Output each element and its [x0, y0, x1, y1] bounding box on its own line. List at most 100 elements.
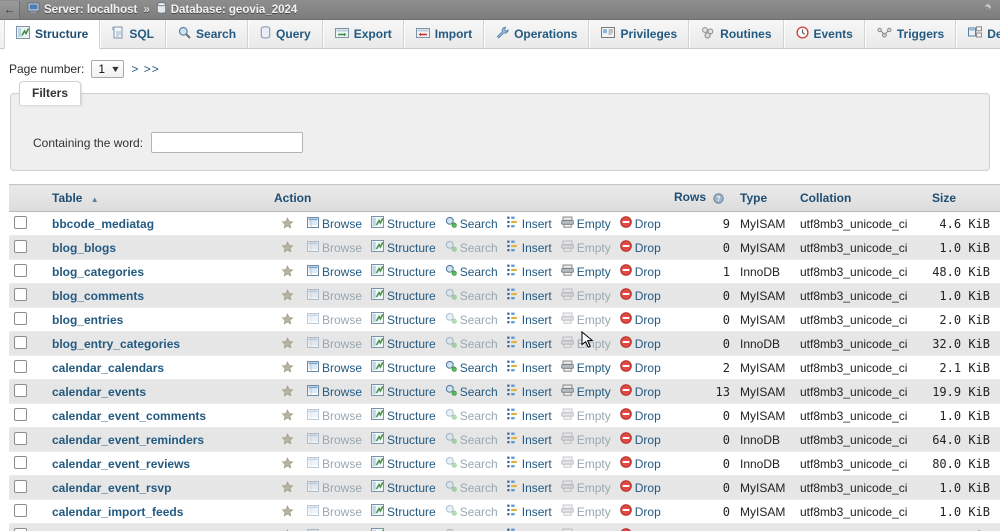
tab-structure[interactable]: Structure	[4, 20, 101, 49]
breadcrumb-database[interactable]: Database: geovia_2024	[156, 2, 297, 17]
browse-action[interactable]: Browse	[307, 240, 362, 255]
browse-action[interactable]: Browse	[307, 360, 362, 375]
insert-action[interactable]: Insert	[507, 384, 552, 399]
drop-action[interactable]: Drop	[619, 336, 661, 351]
table-name-link[interactable]: blog_entries	[52, 313, 123, 327]
favorite-star-icon[interactable]	[281, 409, 294, 422]
browse-action[interactable]: Browse	[307, 480, 362, 495]
search-action[interactable]: Search	[445, 504, 498, 519]
search-action[interactable]: Search	[445, 312, 498, 327]
search-action[interactable]: Search	[445, 480, 498, 495]
empty-action[interactable]: Empty	[560, 384, 611, 399]
drop-action[interactable]: Drop	[619, 480, 661, 495]
empty-action[interactable]: Empty	[560, 504, 611, 519]
structure-action[interactable]: Structure	[371, 456, 436, 471]
search-action[interactable]: Search	[445, 432, 498, 447]
back-button[interactable]: ←	[0, 0, 20, 19]
browse-action[interactable]: Browse	[307, 336, 362, 351]
drop-action[interactable]: Drop	[619, 360, 661, 375]
table-name-link[interactable]: calendar_event_comments	[52, 409, 206, 423]
search-action[interactable]: Search	[445, 336, 498, 351]
empty-action[interactable]: Empty	[560, 360, 611, 375]
row-checkbox[interactable]	[14, 431, 27, 445]
row-checkbox[interactable]	[14, 239, 27, 253]
tab-query[interactable]: Query	[248, 20, 323, 48]
insert-action[interactable]: Insert	[507, 312, 552, 327]
search-action[interactable]: Search	[445, 408, 498, 423]
drop-action[interactable]: Drop	[619, 456, 661, 471]
insert-action[interactable]: Insert	[507, 216, 552, 231]
structure-action[interactable]: Structure	[371, 360, 436, 375]
tab-operations[interactable]: Operations	[484, 20, 590, 48]
favorite-star-icon[interactable]	[281, 289, 294, 302]
tab-triggers[interactable]: Triggers	[864, 20, 957, 48]
filters-legend[interactable]: Filters	[19, 81, 82, 105]
header-table[interactable]: Table ▲	[47, 184, 269, 212]
structure-action[interactable]: Structure	[371, 216, 436, 231]
favorite-star-icon[interactable]	[281, 361, 294, 374]
gear-icon[interactable]	[980, 2, 994, 16]
drop-action[interactable]: Drop	[619, 288, 661, 303]
row-checkbox[interactable]	[14, 479, 27, 493]
structure-action[interactable]: Structure	[371, 312, 436, 327]
browse-action[interactable]: Browse	[307, 384, 362, 399]
insert-action[interactable]: Insert	[507, 264, 552, 279]
row-checkbox[interactable]	[14, 335, 27, 349]
search-action[interactable]: Search	[445, 456, 498, 471]
insert-action[interactable]: Insert	[507, 240, 552, 255]
search-action[interactable]: Search	[445, 360, 498, 375]
structure-action[interactable]: Structure	[371, 240, 436, 255]
browse-action[interactable]: Browse	[307, 408, 362, 423]
search-action[interactable]: Search	[445, 216, 498, 231]
empty-action[interactable]: Empty	[560, 432, 611, 447]
structure-action[interactable]: Structure	[371, 480, 436, 495]
row-checkbox[interactable]	[14, 263, 27, 277]
insert-action[interactable]: Insert	[507, 408, 552, 423]
drop-action[interactable]: Drop	[619, 264, 661, 279]
empty-action[interactable]: Empty	[560, 288, 611, 303]
drop-action[interactable]: Drop	[619, 408, 661, 423]
table-name-link[interactable]: calendar_event_rsvp	[52, 481, 171, 495]
favorite-star-icon[interactable]	[281, 433, 294, 446]
table-name-link[interactable]: blog_categories	[52, 265, 144, 279]
empty-action[interactable]: Empty	[560, 312, 611, 327]
favorite-star-icon[interactable]	[281, 505, 294, 518]
table-name-link[interactable]: calendar_events	[52, 385, 146, 399]
favorite-star-icon[interactable]	[281, 241, 294, 254]
header-overhead[interactable]: Overhead	[995, 184, 1000, 212]
table-name-link[interactable]: calendar_import_feeds	[52, 505, 183, 519]
drop-action[interactable]: Drop	[619, 240, 661, 255]
favorite-star-icon[interactable]	[281, 385, 294, 398]
drop-action[interactable]: Drop	[619, 384, 661, 399]
next-page-link[interactable]: >	[131, 62, 139, 76]
row-checkbox[interactable]	[14, 503, 27, 517]
row-checkbox[interactable]	[14, 383, 27, 397]
row-checkbox[interactable]	[14, 359, 27, 373]
structure-action[interactable]: Structure	[371, 432, 436, 447]
table-name-link[interactable]: calendar_event_reviews	[52, 457, 190, 471]
drop-action[interactable]: Drop	[619, 504, 661, 519]
header-collation[interactable]: Collation	[795, 184, 927, 212]
favorite-star-icon[interactable]	[281, 313, 294, 326]
favorite-star-icon[interactable]	[281, 481, 294, 494]
favorite-star-icon[interactable]	[281, 337, 294, 350]
breadcrumb-server[interactable]: Server: localhost	[27, 2, 137, 17]
help-icon[interactable]: ?	[713, 192, 725, 207]
structure-action[interactable]: Structure	[371, 408, 436, 423]
structure-action[interactable]: Structure	[371, 288, 436, 303]
browse-action[interactable]: Browse	[307, 216, 362, 231]
last-page-link[interactable]: >>	[144, 62, 160, 76]
insert-action[interactable]: Insert	[507, 336, 552, 351]
structure-action[interactable]: Structure	[371, 336, 436, 351]
search-action[interactable]: Search	[445, 288, 498, 303]
table-name-link[interactable]: calendar_calendars	[52, 361, 164, 375]
row-checkbox[interactable]	[14, 527, 27, 531]
tab-designer[interactable]: Designer	[956, 20, 1000, 48]
table-name-link[interactable]: blog_blogs	[52, 241, 116, 255]
table-name-link[interactable]: bbcode_mediatag	[52, 217, 154, 231]
browse-action[interactable]: Browse	[307, 312, 362, 327]
table-name-link[interactable]: calendar_event_reminders	[52, 433, 204, 447]
structure-action[interactable]: Structure	[371, 504, 436, 519]
tab-privileges[interactable]: Privileges	[589, 20, 690, 48]
tab-sql[interactable]: SQL	[100, 20, 167, 48]
